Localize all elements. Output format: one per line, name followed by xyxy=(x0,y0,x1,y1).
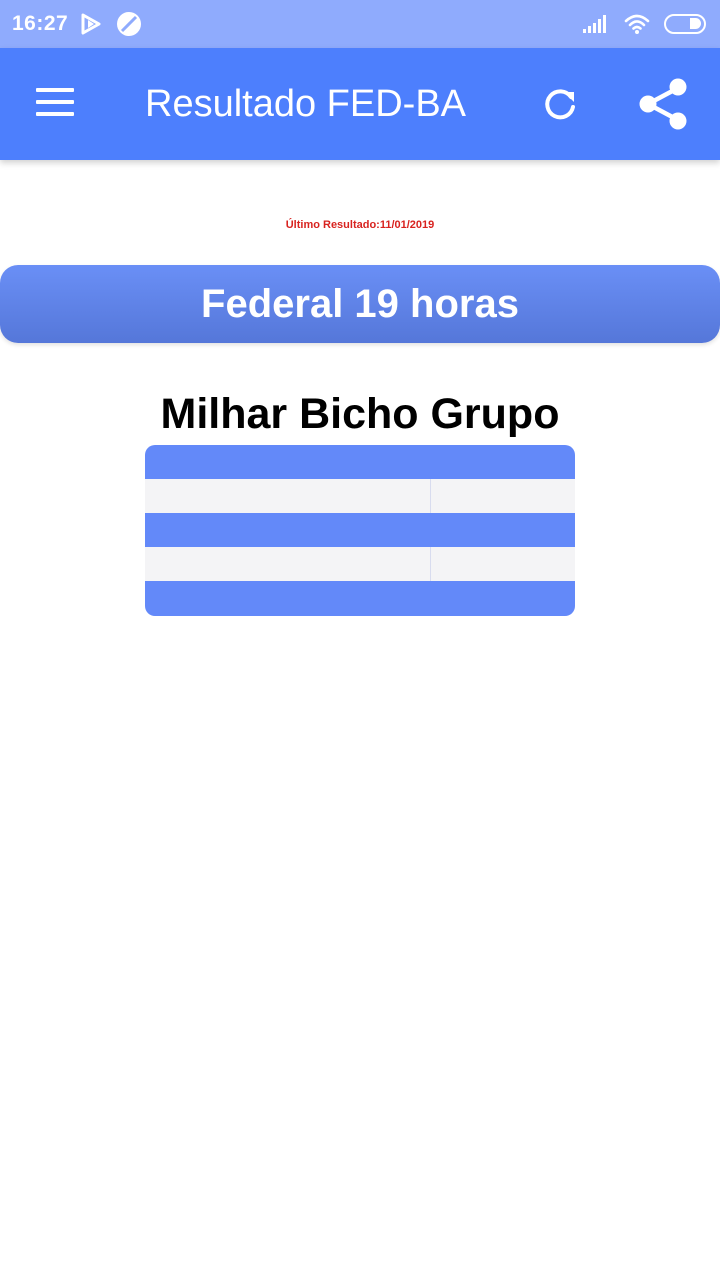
milhar-cell xyxy=(145,547,431,581)
status-bar: 16:27 xyxy=(0,0,720,48)
app-title: Resultado FED-BA xyxy=(145,83,467,125)
milhar-cell xyxy=(145,581,431,616)
play-store-notification-icon xyxy=(81,13,101,35)
results-table xyxy=(145,445,575,616)
milhar-cell xyxy=(145,479,431,513)
table-row xyxy=(145,479,575,513)
bicho-cell xyxy=(431,547,575,581)
bicho-cell xyxy=(431,445,575,479)
signal-icon xyxy=(583,15,606,33)
milhar-cell xyxy=(145,445,431,479)
bicho-cell xyxy=(431,513,575,547)
battery-icon xyxy=(664,14,706,34)
wifi-icon xyxy=(624,14,650,34)
section-header-label: Federal 19 horas xyxy=(201,281,519,326)
share-icon[interactable] xyxy=(636,76,692,132)
status-system-icons xyxy=(582,13,706,35)
status-notification-icons xyxy=(80,11,142,37)
bicho-cell xyxy=(431,581,575,616)
table-title: Milhar Bicho Grupo xyxy=(160,390,560,438)
status-time: 16:27 xyxy=(12,12,69,35)
lottery-section-header[interactable]: Federal 19 horas xyxy=(0,265,720,343)
blocked-circle-icon xyxy=(117,12,142,36)
bicho-cell xyxy=(431,479,575,513)
table-row xyxy=(145,513,575,547)
refresh-icon[interactable] xyxy=(538,82,582,126)
table-row xyxy=(145,547,575,581)
hamburger-menu-icon[interactable] xyxy=(30,84,82,124)
milhar-cell xyxy=(145,513,431,547)
table-row xyxy=(145,445,575,479)
table-row xyxy=(145,581,575,616)
app-bar: Resultado FED-BA xyxy=(0,48,720,160)
last-result-date: Último Resultado:11/01/2019 xyxy=(285,219,435,231)
